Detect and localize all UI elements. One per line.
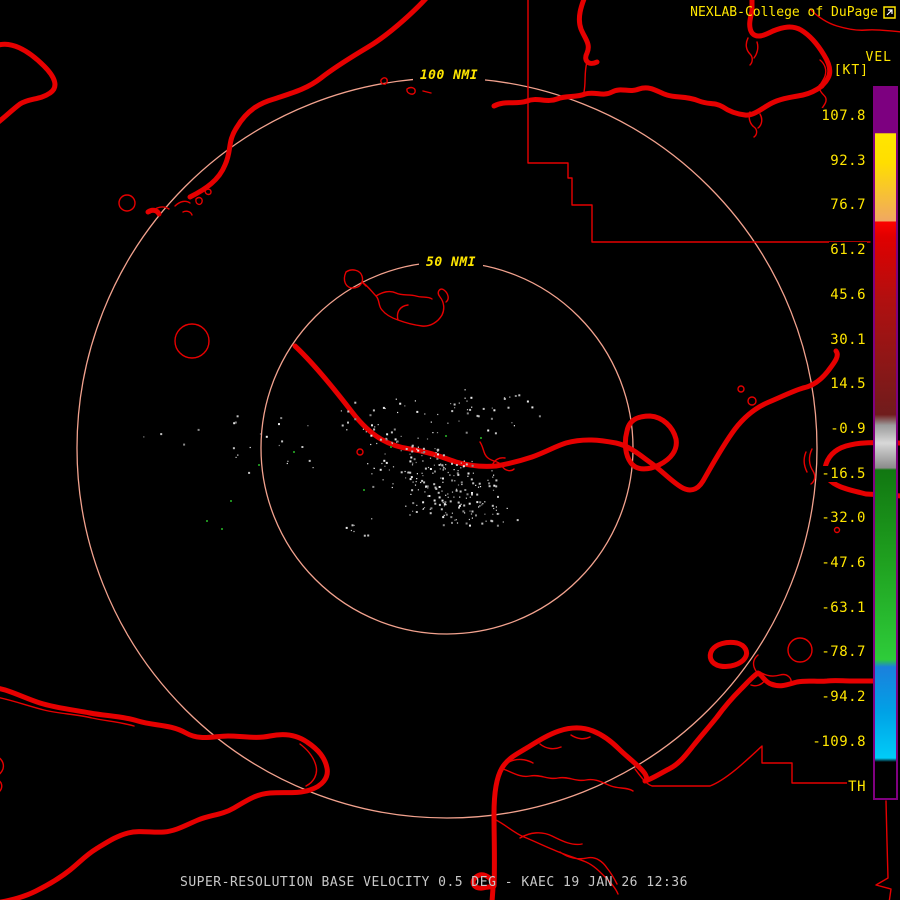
small-circle-island-3	[787, 637, 813, 663]
range-ring-100nmi	[76, 77, 818, 819]
ring-label-100nmi: 100 NMI	[420, 68, 478, 83]
coastline-top-west	[187, 0, 428, 200]
scale-label--09: -0.9	[829, 420, 867, 437]
coastline-south-island	[491, 670, 879, 889]
junction-detail-southeast	[750, 654, 792, 687]
radar-echoes	[143, 389, 541, 537]
ring-label-50nmi: 50 NMI	[426, 255, 476, 270]
radar-display: 100 NMI 50 NMI NEXLAB-College of DuPage …	[0, 0, 900, 900]
small-circle-island-1	[118, 194, 136, 212]
tiny-detail-1	[356, 448, 364, 456]
scale-label-456: 45.6	[829, 286, 867, 303]
scale-label--631: -63.1	[820, 599, 867, 616]
scale-label--165: -16.5	[820, 465, 867, 482]
county-border-southeast	[634, 745, 849, 787]
lake-central-west-loop	[343, 269, 367, 289]
coastline-central	[292, 343, 840, 493]
tiny-detail-3	[747, 396, 757, 406]
tiny-detail-2	[833, 526, 841, 534]
inlet-detail-north	[583, 37, 759, 93]
scale-units-kt: [KT]	[833, 63, 869, 78]
scale-label-301: 30.1	[829, 331, 867, 348]
southwest-island-inner	[0, 697, 318, 792]
range-rings	[76, 77, 818, 819]
lake-central	[361, 281, 449, 327]
tiny-detail-4	[737, 385, 745, 393]
radar-map: 100 NMI 50 NMI	[0, 0, 900, 900]
small-circle-island-2	[174, 323, 210, 359]
scale-label--787: -78.7	[820, 644, 867, 661]
velocity-colorbar	[873, 86, 898, 800]
scale-label-145: 14.5	[829, 376, 867, 393]
title-text: NEXLAB-College of DuPage	[690, 5, 878, 20]
scale-label-767: 76.7	[829, 197, 867, 214]
scale-label--476: -47.6	[820, 555, 867, 571]
range-ring-50nmi	[260, 261, 634, 635]
border-right-edge	[875, 800, 892, 900]
scale-label--1098: -109.8	[811, 733, 867, 750]
coastline-southwest-island	[0, 686, 330, 900]
scale-label-923: 92.3	[829, 152, 867, 169]
ring-labels: 100 NMI 50 NMI	[413, 66, 485, 270]
county-border-northeast	[527, 0, 871, 243]
dupage-logo-icon	[883, 6, 896, 19]
scale-units-vel: VEL	[865, 50, 892, 65]
small-island-southeast	[707, 639, 750, 669]
scale-label--942: -94.2	[820, 689, 867, 706]
scale-label--320: -32.0	[820, 510, 867, 527]
header-title: NEXLAB-College of DuPage	[690, 5, 896, 20]
product-caption: SUPER-RESOLUTION BASE VELOCITY 0.5 DEG -…	[180, 875, 688, 890]
coastline-top-inlet	[576, 0, 600, 66]
map-borders	[0, 0, 900, 900]
scale-label-1078: 107.8	[820, 108, 867, 124]
coastline-top-left-island	[0, 41, 58, 125]
inlet-detail-east	[803, 448, 816, 485]
scale-label-612: 61.2	[829, 242, 867, 259]
scale-label-TH: TH	[847, 778, 867, 795]
